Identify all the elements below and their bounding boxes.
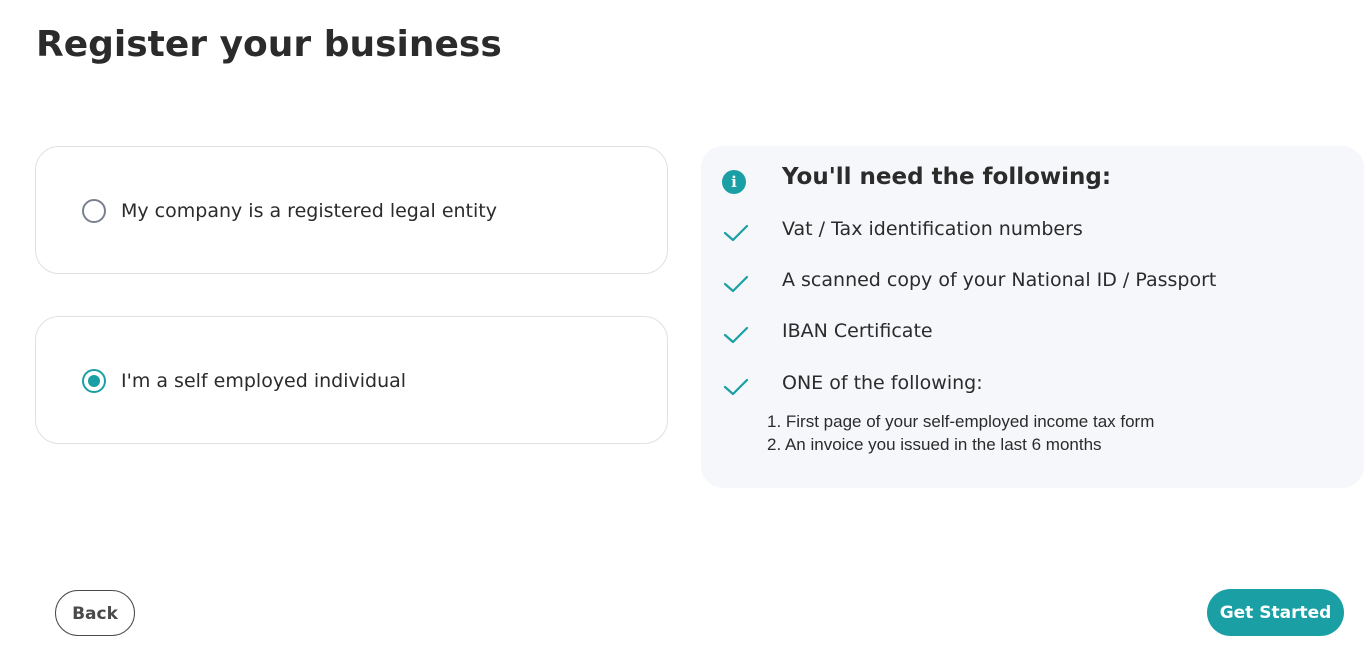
sub-list-item: 2. An invoice you issued in the last 6 m… [767,435,1102,454]
check-icon [723,378,749,396]
option-legal-entity-card[interactable]: My company is a registered legal entity [35,146,668,274]
get-started-button[interactable]: Get Started [1207,589,1344,636]
register-business-page: Register your business My company is a r… [0,0,1372,650]
check-icon [723,275,749,293]
requirement-label: A scanned copy of your National ID / Pas… [782,269,1217,291]
self-employed-label: I'm a self employed individual [121,370,407,392]
requirement-item: Vat / Tax identification numbers [701,217,1364,247]
requirements-heading: You'll need the following: [782,164,1112,190]
legal-entity-radio[interactable] [82,199,106,223]
requirements-panel: i You'll need the following: Vat / Tax i… [701,146,1364,488]
info-icon: i [722,170,746,194]
check-icon [723,326,749,344]
requirement-label: IBAN Certificate [782,320,933,342]
requirement-label: ONE of the following: [782,372,983,394]
requirement-sub-list: 1. First page of your self-employed inco… [767,410,1154,456]
self-employed-radio[interactable] [82,369,106,393]
option-self-employed-card[interactable]: I'm a self employed individual [35,316,668,444]
check-icon [723,224,749,242]
requirement-item: ONE of the following: [701,371,1364,401]
requirement-item: IBAN Certificate [701,319,1364,349]
back-button[interactable]: Back [55,590,135,636]
requirement-item: A scanned copy of your National ID / Pas… [701,268,1364,298]
requirement-label: Vat / Tax identification numbers [782,218,1083,240]
legal-entity-label: My company is a registered legal entity [121,200,497,222]
page-title: Register your business [36,24,502,65]
sub-list-item: 1. First page of your self-employed inco… [767,412,1155,431]
